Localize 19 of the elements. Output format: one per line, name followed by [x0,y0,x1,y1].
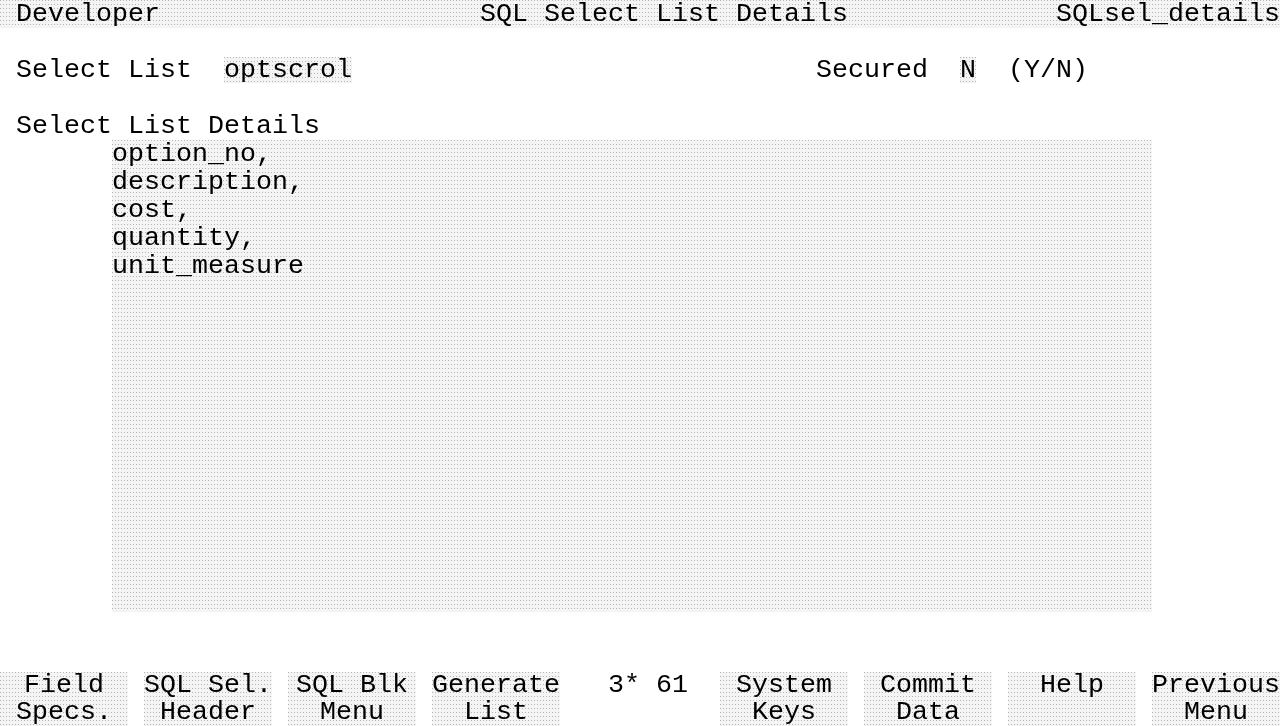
softkey-button[interactable]: SQL Sel. Header [144,672,272,726]
secured-hint: (Y/N) [1008,56,1088,84]
softkey-button[interactable]: SQL Blk Menu [288,672,416,726]
softkey-button[interactable]: Commit Data [864,672,992,726]
softkey-button[interactable]: Previous Menu [1152,672,1280,726]
softkey-button[interactable]: Help [1008,672,1136,726]
select-list-field[interactable]: optscrol [224,57,352,83]
softkey-button[interactable]: Field Specs. [0,672,128,726]
select-list-label: Select List [16,56,192,84]
status-text: 3* 61 [608,672,688,699]
details-label: Select List Details [16,112,320,140]
screen-title: SQL Select List Details [480,0,848,28]
form-name: SQLsel_details [1056,0,1280,28]
app-name: Developer [16,0,160,28]
select-list-details-field[interactable]: option_no, description, cost, quantity, unit_measure [112,140,1152,612]
softkey-button[interactable]: System Keys [720,672,848,726]
secured-label: Secured [816,56,928,84]
secured-field[interactable]: N [960,57,976,83]
softkey-button[interactable]: Generate List [432,672,560,726]
